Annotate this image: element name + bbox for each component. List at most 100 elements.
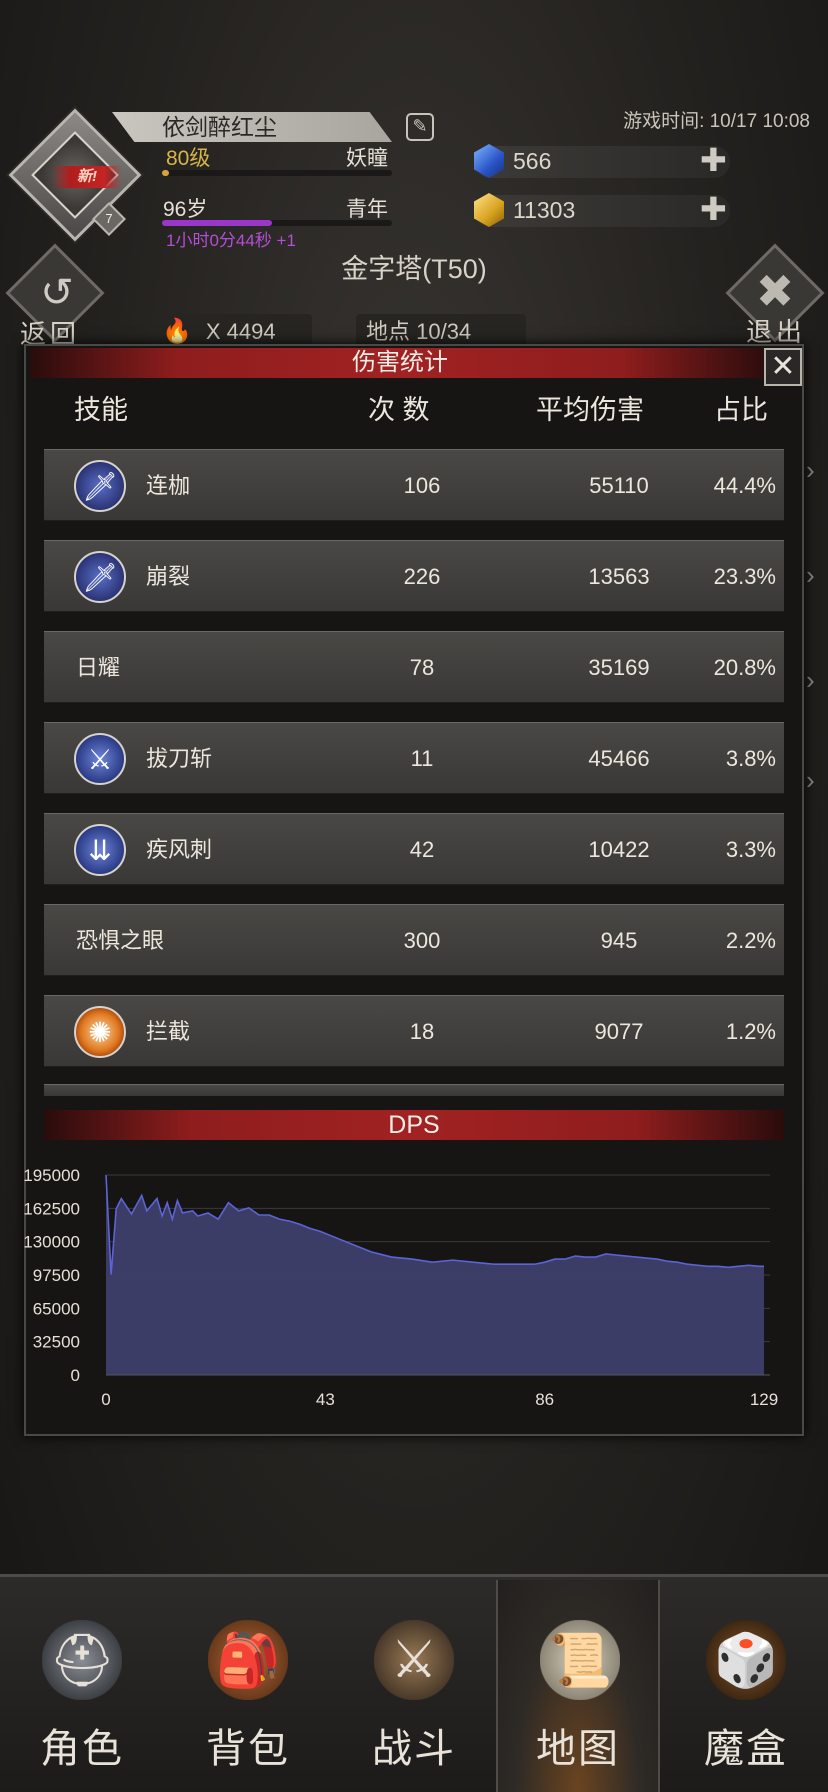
skill-count: 300 [403, 928, 441, 953]
sword-shield-icon: ⚔ [374, 1620, 454, 1700]
tab-label: 魔盒 [704, 1727, 788, 1771]
skill-name: 疾风刺 [146, 837, 213, 862]
slash-skill-icon: ⚔ [74, 733, 126, 785]
column-header-ratio: 占比 [714, 395, 768, 425]
table-row: 🗡 连枷 106 55110 44.4% [44, 449, 784, 521]
tab-label: 战斗 [372, 1727, 456, 1771]
torch-count: X 4494 [205, 319, 276, 344]
skill-name: 日耀 [76, 655, 121, 680]
skill-count: 42 [409, 837, 435, 862]
damage-panel-title: 伤害统计 [30, 348, 770, 378]
side-arrow-icon: › [806, 665, 815, 695]
exp-bar-fill [162, 170, 169, 176]
fire-skill-icon: ✺ [74, 1006, 126, 1058]
y-tick-label: 65000 [33, 1299, 80, 1318]
skill-count: 226 [403, 564, 441, 589]
gold-gem-count: 11303 [513, 197, 576, 223]
table-row: 日耀 78 35169 20.8% [44, 631, 784, 703]
y-tick-label: 0 [71, 1366, 80, 1385]
player-name: 依剑醉红尘 [112, 112, 392, 142]
skill-ratio: 3.3% [725, 837, 776, 862]
tab-character[interactable]: ⛑ 角色 [0, 1580, 164, 1792]
skill-name: 拦截 [146, 1019, 191, 1044]
new-badge: 新! [52, 166, 122, 188]
add-blue-gem-button[interactable]: ✚ [700, 144, 727, 176]
table-row: 🗡 崩裂 226 13563 23.3% [44, 540, 784, 612]
exp-bar [162, 170, 392, 176]
skill-avg-damage: 945 [600, 928, 638, 953]
skill-avg-damage: 55110 [589, 473, 649, 498]
skill-ratio: 20.8% [713, 655, 776, 680]
skill-count: 18 [409, 1019, 435, 1044]
skill-avg-damage: 10422 [588, 837, 650, 862]
helmet-icon: ⛑ [42, 1620, 122, 1700]
player-level: 80级 [166, 147, 211, 170]
skill-avg-damage: 9077 [594, 1019, 644, 1044]
skill-ratio: 23.3% [713, 564, 776, 589]
y-tick-label: 97500 [33, 1266, 80, 1285]
table-row: ✺ 拦截 18 9077 1.2% [44, 995, 784, 1067]
skill-ratio: 1.2% [725, 1019, 776, 1044]
tab-label: 角色 [40, 1727, 124, 1771]
game-time: 游戏时间: 10/17 10:08 [623, 111, 810, 132]
y-tick-label: 195000 [24, 1166, 80, 1185]
edit-icon[interactable]: ✎ [406, 113, 434, 141]
skill-ratio: 44.4% [713, 473, 776, 498]
avatar-level-value: 7 [105, 211, 113, 226]
dps-chart-title: DPS [44, 1110, 784, 1140]
skill-avg-damage: 45466 [588, 746, 650, 771]
tab-battle[interactable]: ⚔ 战斗 [332, 1580, 496, 1792]
dps-chart-svg: 0 32500 65000 97500 130000 162500 195000 0 43 86 1… [24, 1166, 778, 1409]
dps-chart: 0 32500 65000 97500 130000 162500 195000 0 43 86 1… [24, 1150, 804, 1430]
tab-label: 地图 [536, 1727, 620, 1771]
side-arrow-icon: › [806, 455, 815, 485]
player-race: 妖瞳 [346, 147, 388, 170]
skill-count: 78 [409, 655, 435, 680]
skill-name: 连枷 [146, 473, 191, 498]
location-title: 金字塔(T50) [341, 254, 487, 284]
column-header-count: 次 数 [368, 395, 430, 425]
skill-count: 106 [403, 473, 441, 498]
player-age: 96岁 [163, 198, 208, 221]
location-progress-text: 地点 10/34 [366, 319, 472, 344]
skill-ratio: 3.8% [725, 746, 776, 771]
tab-backpack[interactable]: 🎒 背包 [166, 1580, 330, 1792]
x-tick-label: 86 [535, 1390, 554, 1409]
skill-avg-damage: 13563 [588, 564, 650, 589]
column-header-avg: 平均伤害 [536, 395, 644, 425]
sword-skill-icon: 🗡 [74, 551, 126, 603]
y-tick-label: 32500 [33, 1333, 80, 1352]
table-row: ⚔ 拔刀斩 11 45466 3.8% [44, 722, 784, 794]
tab-magic-box[interactable]: 🎲 魔盒 [664, 1580, 828, 1792]
y-tick-label: 130000 [24, 1233, 80, 1252]
side-arrow-icon: › [806, 560, 815, 590]
x-tick-label: 129 [750, 1390, 778, 1409]
backpack-icon: 🎒 [208, 1620, 288, 1700]
side-arrow-icon: › [806, 765, 815, 795]
table-row: ⇊ 疾风刺 42 10422 3.3% [44, 813, 784, 885]
close-button[interactable]: ✕ [764, 348, 802, 386]
skill-name: 崩裂 [146, 564, 191, 589]
blade-rain-skill-icon: ⇊ [74, 824, 126, 876]
blue-gem-count: 566 [513, 148, 552, 174]
player-stage: 青年 [346, 198, 388, 221]
skill-count: 11 [410, 746, 434, 771]
x-tick-label: 43 [316, 1390, 335, 1409]
table-row: 恐惧之眼 300 945 2.2% [44, 904, 784, 976]
dps-area [106, 1175, 764, 1375]
sword-skill-icon: 🗡 [74, 460, 126, 512]
column-header-skill: 技能 [74, 395, 128, 425]
x-tick-label: 0 [101, 1390, 110, 1409]
magic-box-icon: 🎲 [706, 1620, 786, 1700]
scroll-map-icon: 📜 [540, 1620, 620, 1700]
tab-map[interactable]: 📜 地图 [496, 1580, 660, 1792]
skill-ratio: 2.2% [725, 928, 776, 953]
torch-icon: 🔥 [162, 318, 192, 345]
skill-avg-damage: 35169 [588, 655, 650, 680]
skill-name: 恐惧之眼 [76, 928, 165, 953]
skill-name: 拔刀斩 [146, 746, 213, 771]
add-gold-gem-button[interactable]: ✚ [700, 193, 727, 225]
y-tick-label: 162500 [24, 1199, 80, 1218]
tab-label: 背包 [206, 1727, 290, 1771]
table-row-partial [44, 1084, 784, 1096]
